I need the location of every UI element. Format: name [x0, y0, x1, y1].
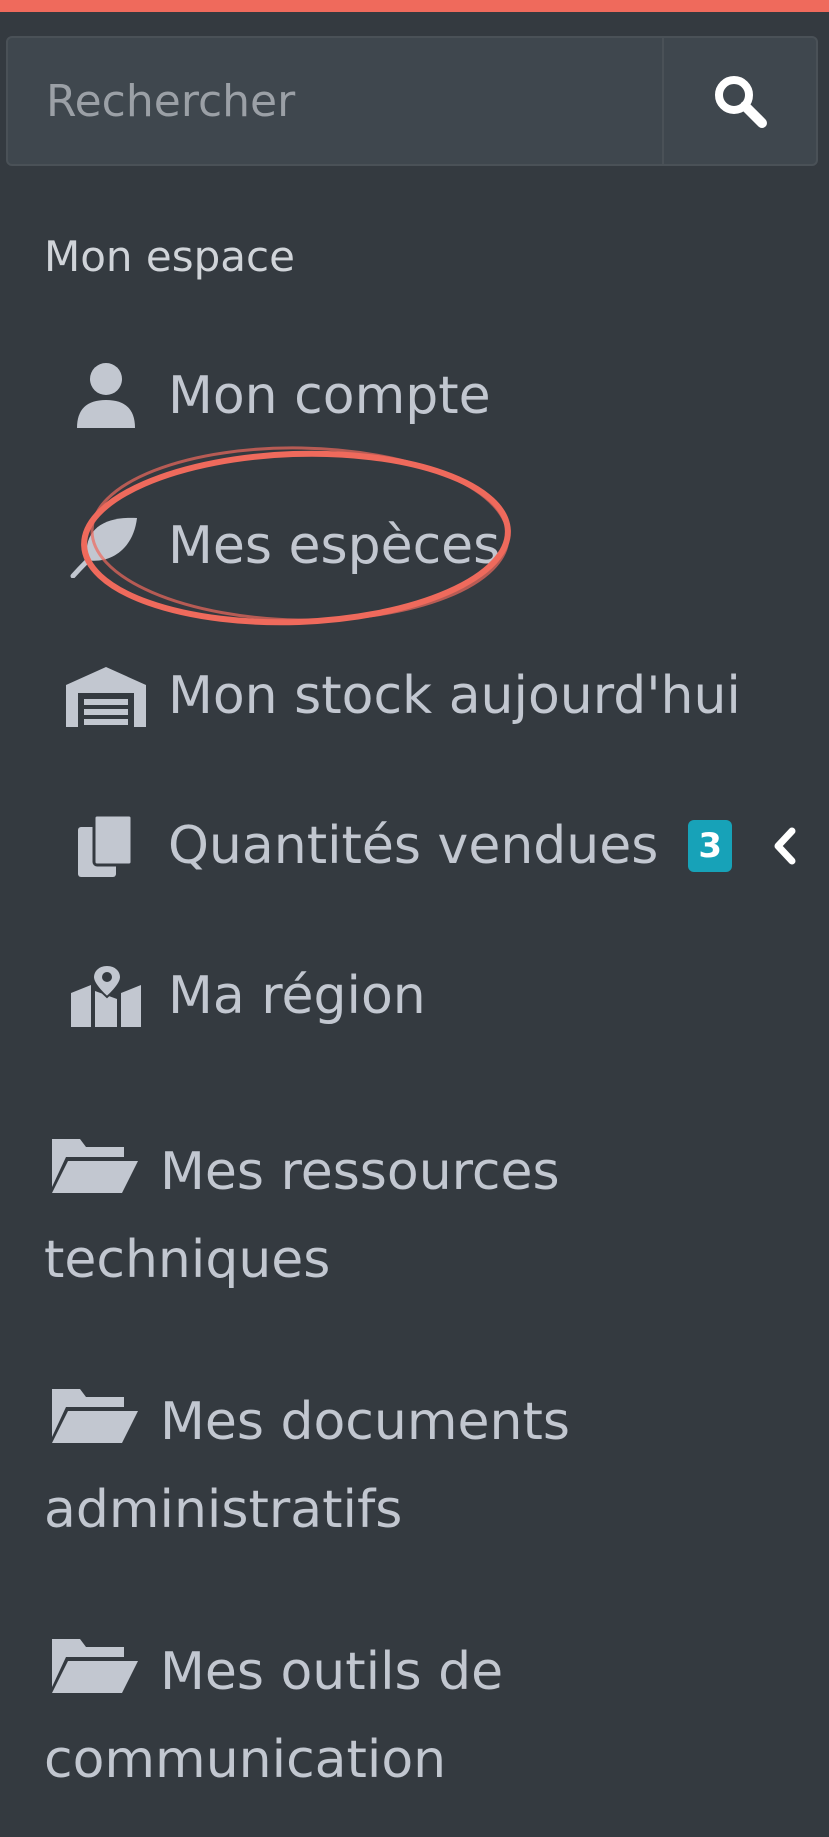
nav-item-quantites-vendues[interactable]: Quantités vendues 3 [44, 791, 798, 901]
search-icon [715, 76, 767, 128]
section-header: Mon espace [44, 232, 295, 281]
nav-folder-ressources-techniques[interactable]: Mes ressources techniques [44, 1128, 784, 1304]
nav-item-mes-especes[interactable]: Mes espèces [44, 491, 500, 601]
search-input[interactable] [8, 38, 662, 164]
warehouse-icon [44, 656, 168, 736]
search-button[interactable] [662, 38, 816, 164]
leaf-icon [44, 506, 168, 586]
nav-folder-documents-administratifs[interactable]: Mes documents administratifs [44, 1378, 784, 1554]
user-icon [44, 356, 168, 436]
folder-open-icon [52, 1389, 138, 1443]
nav-item-ma-region[interactable]: Ma région [44, 941, 426, 1051]
sidebar: Mon espace Mon compte Mes espèces [0, 0, 829, 1837]
nav-item-mon-stock[interactable]: Mon stock aujourd'hui [44, 641, 741, 751]
nav-item-label: Mon compte [168, 366, 491, 426]
nav-item-label: Mes espèces [168, 516, 501, 576]
nav-item-label: Ma région [168, 966, 426, 1026]
nav-item-mon-compte[interactable]: Mon compte [44, 341, 491, 451]
chevron-left-icon[interactable] [772, 827, 798, 865]
map-marked-icon [44, 956, 168, 1036]
search-form [6, 36, 818, 166]
nav-folder-outils-communication[interactable]: Mes outils de communication [44, 1628, 784, 1804]
nav-item-label: Mon stock aujourd'hui [168, 666, 741, 726]
nav-item-label: Quantités vendues [168, 816, 659, 876]
folder-open-icon [52, 1139, 138, 1193]
copy-icon [44, 806, 168, 886]
folder-open-icon [52, 1639, 138, 1693]
count-badge: 3 [688, 820, 732, 872]
top-accent-bar [0, 0, 829, 12]
